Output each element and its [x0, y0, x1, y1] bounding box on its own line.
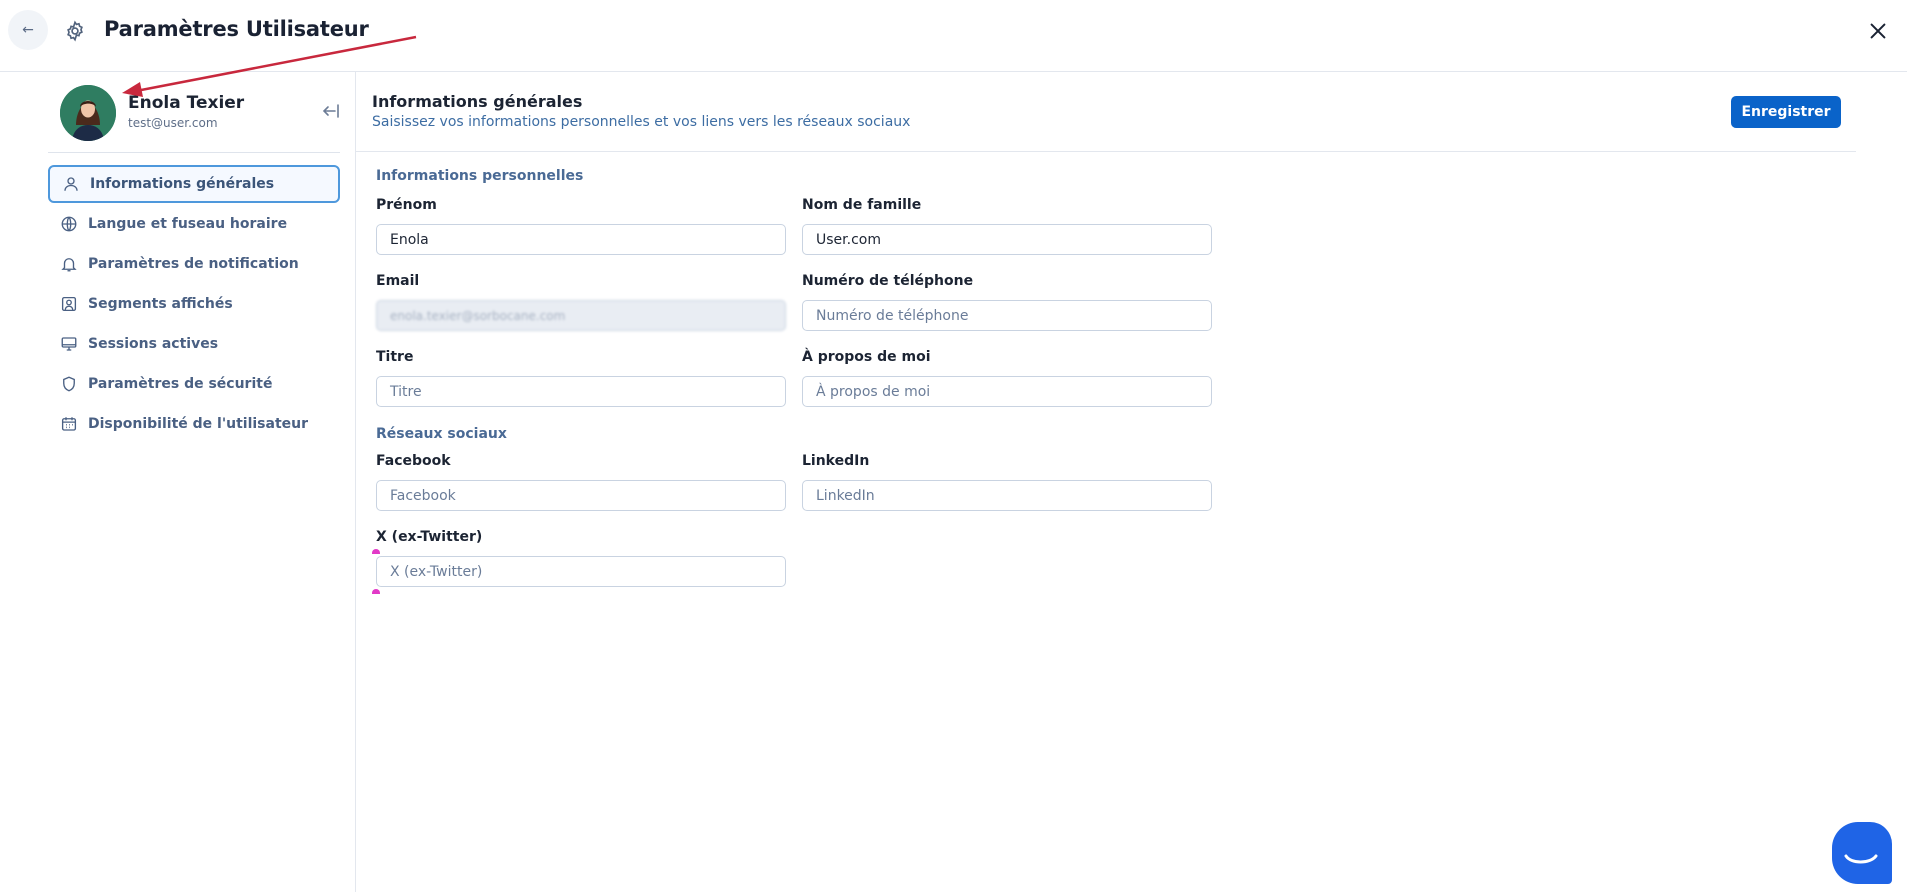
bell-icon: [61, 258, 77, 272]
arrow-left-icon: ←: [22, 22, 34, 38]
gear-icon: [67, 20, 83, 42]
sidebar-item-sessions[interactable]: Sessions actives: [48, 325, 340, 363]
sidebar-item-label: Paramètres de sécurité: [88, 376, 273, 392]
sidebar-item-label: Langue et fuseau horaire: [88, 216, 288, 232]
sidebar-item-language[interactable]: Langue et fuseau horaire: [48, 205, 340, 243]
facebook-label: Facebook: [376, 453, 451, 469]
sidebar-nav: Informations générales Langue et fuseau …: [48, 165, 340, 445]
page-title: Paramètres Utilisateur: [104, 17, 369, 41]
sidebar-divider: [48, 152, 340, 153]
save-button[interactable]: Enregistrer: [1731, 96, 1841, 128]
collapse-sidebar-icon[interactable]: [322, 104, 340, 118]
header: ← Paramètres Utilisateur: [0, 0, 1907, 72]
social-networks-heading: Réseaux sociaux: [376, 426, 507, 442]
section-heading: Informations générales: [372, 92, 583, 111]
job-title-input[interactable]: Titre: [376, 376, 786, 407]
avatar: [60, 85, 116, 141]
phone-label: Numéro de téléphone: [802, 273, 974, 289]
sidebar-item-general-info[interactable]: Informations générales: [48, 165, 340, 203]
email-field: enola.texier@sorbocane.com: [376, 300, 786, 331]
globe-icon: [61, 216, 77, 232]
sidebar-item-label: Segments affichés: [88, 296, 233, 312]
user-email: test@user.com: [128, 116, 218, 130]
sidebar-item-availability[interactable]: Disponibilité de l'utilisateur: [48, 405, 340, 443]
twitter-input[interactable]: X (ex-Twitter): [376, 556, 786, 587]
monitor-icon: [61, 337, 77, 351]
sidebar-item-security[interactable]: Paramètres de sécurité: [48, 365, 340, 403]
sidebar-item-segments[interactable]: Segments affichés: [48, 285, 340, 323]
user-square-icon: [61, 296, 77, 312]
calendar-icon: [61, 417, 77, 431]
user-icon: [64, 177, 78, 191]
personal-info-heading: Informations personnelles: [376, 168, 584, 184]
sidebar: Enola Texier test@user.com Informations …: [0, 72, 356, 892]
email-label: Email: [376, 273, 420, 289]
user-name: Enola Texier: [128, 93, 245, 113]
chat-launcher-button[interactable]: [1832, 822, 1892, 884]
close-icon[interactable]: [1867, 20, 1889, 42]
sidebar-item-label: Informations générales: [90, 176, 275, 192]
sidebar-item-label: Paramètres de notification: [88, 256, 299, 272]
job-title-label: Titre: [376, 349, 414, 365]
linkedin-input[interactable]: LinkedIn: [802, 480, 1212, 511]
back-button[interactable]: ←: [8, 10, 48, 50]
sidebar-item-notifications[interactable]: Paramètres de notification: [48, 245, 340, 283]
resize-handle-top[interactable]: [372, 549, 380, 554]
sidebar-item-label: Sessions actives: [88, 336, 219, 352]
about-label: À propos de moi: [802, 349, 931, 365]
section-description: Saisissez vos informations personnelles …: [372, 114, 911, 130]
shield-icon: [63, 376, 75, 392]
phone-input[interactable]: Numéro de téléphone: [802, 300, 1212, 331]
twitter-label: X (ex-Twitter): [376, 529, 483, 545]
sidebar-item-label: Disponibilité de l'utilisateur: [88, 416, 309, 432]
first-name-input[interactable]: Enola: [376, 224, 786, 255]
facebook-input[interactable]: Facebook: [376, 480, 786, 511]
about-input[interactable]: À propos de moi: [802, 376, 1212, 407]
resize-handle-bottom[interactable]: [372, 589, 380, 594]
chat-smile-icon: [1844, 854, 1878, 864]
last-name-label: Nom de famille: [802, 197, 922, 213]
main-divider: [356, 151, 1856, 152]
last-name-input[interactable]: User.com: [802, 224, 1212, 255]
linkedin-label: LinkedIn: [802, 453, 870, 469]
first-name-label: Prénom: [376, 197, 437, 213]
